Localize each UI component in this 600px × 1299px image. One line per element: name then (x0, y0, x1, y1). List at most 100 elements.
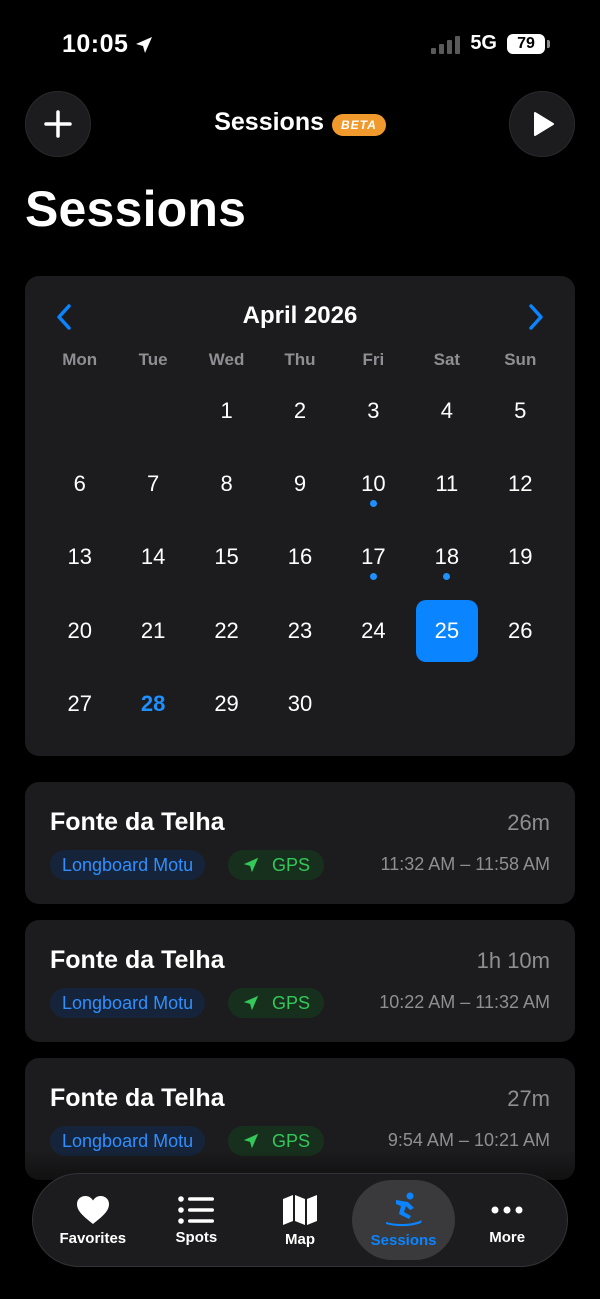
calendar-day-number: 21 (140, 617, 166, 643)
calendar-month-label: April 2026 (242, 302, 358, 329)
calendar-day[interactable]: 23 (263, 594, 336, 667)
calendar-day[interactable]: 29 (190, 667, 263, 740)
board-tag: Longboard Motu (50, 850, 206, 880)
session-time-range: 10:22 AM – 11:32 AM (379, 992, 550, 1012)
start-session-button[interactable] (509, 91, 575, 157)
calendar-days-grid: 1 2 3 4 5 6 7 8 9 10 11 12 13 14 15 16 17 18 19 20 21 22 23 24 2… (43, 374, 557, 740)
calendar-day[interactable]: 9 (263, 447, 336, 520)
calendar-day[interactable]: 13 (43, 521, 116, 594)
status-indicators: 5G 79 (431, 32, 550, 55)
session-card[interactable]: Fonte da Telha 1h 10m Longboard Motu GPS… (25, 920, 575, 1042)
calendar-day[interactable]: 30 (263, 667, 336, 740)
calendar-day-number: 17 (361, 544, 386, 570)
calendar-day[interactable]: 25 (410, 594, 483, 667)
heart-icon (76, 1195, 109, 1224)
tab-label: Sessions (370, 1231, 437, 1249)
calendar-day[interactable]: 16 (263, 521, 336, 594)
calendar-day[interactable]: 3 (337, 374, 410, 447)
tab-map[interactable]: Map (248, 1180, 352, 1260)
tab-spots[interactable]: Spots (145, 1180, 249, 1260)
weekday-label: Wed (208, 350, 245, 369)
tab-more[interactable]: More (455, 1180, 559, 1260)
calendar-day-number: 23 (287, 617, 313, 643)
session-spot: Fonte da Telha (50, 946, 225, 974)
calendar-day[interactable]: 6 (43, 447, 116, 520)
calendar-day[interactable]: 26 (484, 594, 557, 667)
weekday-label: Tue (138, 350, 168, 369)
calendar-day-number: 14 (140, 544, 166, 570)
tab-label: Favorites (59, 1229, 127, 1247)
next-month-button[interactable] (523, 303, 547, 331)
location-arrow-icon (243, 995, 259, 1011)
calendar-day[interactable]: 4 (410, 374, 483, 447)
session-spot: Fonte da Telha (50, 808, 225, 836)
calendar-day[interactable]: 28 (116, 667, 189, 740)
calendar-day-number: 8 (220, 470, 233, 496)
calendar-day-number: 15 (214, 544, 239, 570)
calendar-day-number: 2 (293, 397, 307, 423)
calendar-day[interactable]: 1 (190, 374, 263, 447)
session-duration: 1h 10m (476, 948, 550, 973)
session-indicator-dot (369, 499, 377, 507)
calendar-day[interactable]: 2 (263, 374, 336, 447)
location-arrow-icon (243, 1133, 259, 1149)
calendar-day-number: 4 (440, 397, 453, 423)
map-icon (282, 1194, 317, 1225)
session-indicator-dot (443, 572, 451, 580)
calendar-day[interactable]: 5 (484, 374, 557, 447)
battery-icon: 79 (507, 33, 550, 54)
calendar-day-number: 6 (73, 470, 86, 496)
calendar-day[interactable]: 19 (484, 521, 557, 594)
calendar-day-number: 12 (508, 470, 533, 496)
calendar-day[interactable]: 11 (410, 447, 483, 520)
calendar-day-number: 9 (293, 470, 307, 496)
calendar-day[interactable]: 7 (116, 447, 189, 520)
calendar-day[interactable]: 8 (190, 447, 263, 520)
calendar-day-number: 28 (140, 690, 166, 716)
calendar-day-empty (43, 374, 116, 447)
status-bar: 10:05 5G 79 (0, 0, 600, 90)
chevron-right-icon (529, 304, 543, 330)
calendar-day-number: 18 (434, 544, 460, 570)
play-icon (534, 112, 554, 136)
calendar-day-number: 1 (220, 397, 233, 423)
tab-label: Spots (175, 1228, 218, 1246)
calendar-day[interactable]: 24 (337, 594, 410, 667)
calendar-day-number: 11 (435, 470, 459, 496)
tab-favorites[interactable]: Favorites (41, 1180, 145, 1260)
weekday-label: Sat (433, 350, 461, 369)
weekday-row: Mon Tue Wed Thu Fri Sat Sun (43, 350, 557, 370)
calendar-day[interactable]: 17 (337, 521, 410, 594)
calendar-day[interactable]: 22 (190, 594, 263, 667)
calendar-day-number: 24 (361, 617, 386, 643)
weekday-label: Sun (504, 350, 537, 369)
tab-bar: Favorites Spots Map Sessions More (32, 1173, 568, 1267)
calendar-day-number: 7 (147, 470, 160, 496)
tab-sessions[interactable]: Sessions (351, 1180, 456, 1260)
calendar-day-number: 19 (508, 544, 533, 570)
calendar: April 2026 Mon Tue Wed Thu Fri Sat Sun 1… (25, 276, 575, 756)
session-time-range: 11:32 AM – 11:58 AM (380, 854, 550, 874)
calendar-day[interactable]: 14 (116, 521, 189, 594)
session-card[interactable]: Fonte da Telha 26m Longboard Motu GPS 11… (25, 782, 575, 904)
calendar-day-number: 10 (361, 470, 386, 496)
list-icon (178, 1195, 215, 1224)
network-type: 5G (470, 32, 497, 54)
session-duration: 27m (507, 1086, 550, 1111)
calendar-day[interactable]: 27 (43, 667, 116, 740)
weekday-label: Thu (284, 350, 316, 369)
gps-label: GPS (272, 1130, 311, 1151)
calendar-day[interactable]: 10 (337, 447, 410, 520)
status-time-text: 10:05 (62, 30, 129, 58)
calendar-day[interactable]: 15 (190, 521, 263, 594)
calendar-day[interactable]: 12 (484, 447, 557, 520)
calendar-day[interactable]: 20 (43, 594, 116, 667)
calendar-day-number: 22 (214, 617, 239, 643)
session-spot: Fonte da Telha (50, 1084, 225, 1112)
beta-badge: BETA (332, 113, 386, 136)
session-duration: 26m (507, 810, 550, 835)
calendar-day[interactable]: 21 (116, 594, 189, 667)
session-time-range: 9:54 AM – 10:21 AM (387, 1130, 550, 1150)
surfer-icon (385, 1192, 422, 1226)
calendar-day[interactable]: 18 (410, 521, 483, 594)
